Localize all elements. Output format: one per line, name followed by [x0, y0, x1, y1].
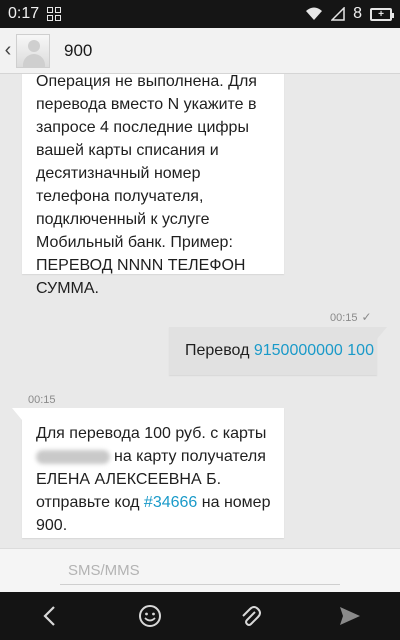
incoming-message[interactable]: Для перевода 100 руб. с карты на карту п…	[12, 408, 284, 538]
grid-icon	[47, 7, 62, 21]
message-time: 00:15	[330, 312, 358, 324]
incoming-timestamp: 00:15	[28, 394, 56, 406]
send-icon[interactable]	[330, 596, 370, 636]
compose-area	[0, 548, 400, 592]
redacted-card-number	[36, 449, 110, 464]
status-bar: 0:17 8 +	[0, 0, 400, 28]
message-text-line: перевода вместо N укажите в	[36, 96, 257, 113]
back-arrow-icon[interactable]	[30, 596, 70, 636]
message-list[interactable]: Операция не выполнена. Для перевода вмес…	[0, 74, 400, 548]
status-right: 8 +	[305, 5, 394, 23]
conversation-header: ‹ 900	[0, 28, 400, 74]
message-text-line: Мобильный банк. Пример:	[36, 234, 233, 251]
message-text-line: СУММА.	[36, 280, 99, 297]
avatar-icon[interactable]	[16, 33, 50, 68]
phone-link[interactable]: 9150000000 100	[254, 342, 374, 359]
message-text-line: ПЕРЕВОД NNNN ТЕЛЕФОН	[36, 257, 246, 274]
code-link[interactable]: #34666	[144, 494, 197, 511]
signal-icon	[331, 7, 345, 21]
status-left: 0:17	[8, 5, 62, 23]
message-text-line: Для перевода 100 руб. с карты	[36, 425, 267, 442]
message-text-line: телефона получателя,	[36, 188, 204, 205]
battery-level: 8	[353, 5, 362, 22]
outgoing-message[interactable]: Перевод 9150000000 100	[169, 327, 387, 375]
attach-icon[interactable]	[230, 596, 270, 636]
message-text: отправьте код	[36, 494, 144, 511]
contact-name[interactable]: 900	[64, 41, 92, 61]
message-text-line: 900.	[36, 517, 68, 534]
message-text-line: ЕЛЕНА АЛЕКСЕЕВНА Б.	[36, 471, 222, 488]
sms-input[interactable]	[60, 557, 340, 585]
message-text-line: подключенный к услуге	[36, 211, 210, 228]
delivered-check-icon: ✓	[361, 310, 372, 324]
incoming-message[interactable]: Операция не выполнена. Для перевода вмес…	[22, 74, 284, 297]
message-text: на карту получателя	[114, 448, 266, 465]
message-text-line: на карту получателя	[36, 445, 270, 468]
message-text-line: отправьте код #34666 на номер	[36, 491, 270, 514]
message-text-line: десятизначный номер	[36, 165, 201, 182]
message-text: на номер	[197, 494, 271, 511]
message-text-line: Операция не выполнена. Для	[36, 74, 257, 90]
status-time: 0:17	[8, 5, 40, 22]
message-text-line: запросе 4 последние цифры	[36, 119, 249, 136]
back-chevron-icon[interactable]: ‹	[2, 39, 14, 62]
emoji-icon[interactable]	[130, 596, 170, 636]
message-text-line: вашей карты списания и	[36, 142, 219, 159]
bottom-bar	[0, 592, 400, 640]
outgoing-timestamp: 00:15 ✓	[330, 310, 372, 324]
battery-icon: +	[370, 7, 394, 21]
message-text: Перевод	[185, 342, 254, 359]
wifi-icon	[306, 7, 323, 20]
